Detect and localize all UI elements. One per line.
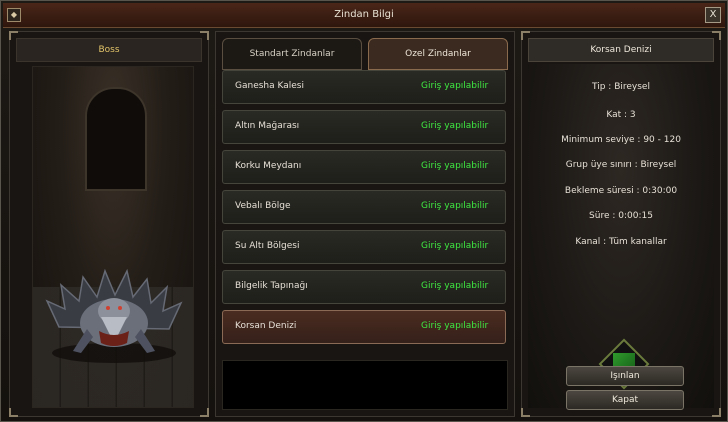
dungeon-name: Altın Mağarası — [235, 121, 300, 131]
info-duration: Süre : 0:00:15 — [589, 211, 653, 221]
info-channel: Kanal : Tüm kanallar — [575, 237, 667, 247]
boss-header: Boss — [16, 38, 202, 62]
frame-corner — [9, 408, 18, 417]
dungeon-row[interactable]: Su Altı Bölgesi Giriş yapılabilir — [222, 230, 506, 264]
tab-standard-dungeons[interactable]: Standart Zindanlar — [222, 38, 362, 70]
dungeon-status: Giriş yapılabilir — [421, 281, 489, 291]
dungeon-door-image — [85, 87, 147, 191]
dungeon-row[interactable]: Bilgelik Tapınağı Giriş yapılabilir — [222, 270, 506, 304]
dungeon-status: Giriş yapılabilir — [421, 81, 489, 91]
title-bar[interactable]: ◆ Zindan Bilgi X — [3, 3, 725, 28]
dungeon-status: Giriş yapılabilir — [421, 321, 489, 331]
dungeon-info-panel: Korsan Denizi Tip : Bireysel Kat : 3 Min… — [521, 31, 721, 417]
close-window-button[interactable]: X — [705, 7, 721, 23]
frame-corner — [521, 408, 530, 417]
dungeon-status: Giriş yapılabilir — [421, 161, 489, 171]
boss-monster-image — [45, 268, 183, 363]
info-type: Tip : Bireysel — [592, 82, 650, 92]
dungeon-row[interactable]: Ganesha Kalesi Giriş yapılabilir — [222, 70, 506, 104]
dungeon-status: Giriş yapılabilir — [421, 241, 489, 251]
dungeon-info-window: ◆ Zindan Bilgi X Boss Standart Zindanlar… — [0, 0, 728, 422]
dungeon-name: Vebalı Bölge — [235, 201, 291, 211]
boss-preview — [32, 66, 194, 408]
tab-special-dungeons[interactable]: Ozel Zindanlar — [368, 38, 508, 70]
empty-list-area — [222, 360, 508, 410]
dungeon-row[interactable]: Altın Mağarası Giriş yapılabilir — [222, 110, 506, 144]
dungeon-name: Ganesha Kalesi — [235, 81, 304, 91]
dungeon-row-selected[interactable]: Korsan Denizi Giriş yapılabilir — [222, 310, 506, 344]
dungeon-name: Su Altı Bölgesi — [235, 241, 300, 251]
dungeon-list-panel: Standart Zindanlar Ozel Zindanlar Ganesh… — [215, 31, 515, 417]
info-floor: Kat : 3 — [606, 110, 636, 120]
frame-corner — [712, 408, 721, 417]
info-min-level: Minimum seviye : 90 - 120 — [561, 135, 681, 145]
dungeon-info-title: Korsan Denizi — [528, 38, 714, 62]
info-cooldown: Bekleme süresi : 0:30:00 — [564, 186, 678, 196]
window-title: Zindan Bilgi — [334, 9, 394, 20]
dungeon-row[interactable]: Vebalı Bölge Giriş yapılabilir — [222, 190, 506, 224]
dungeon-info-body: Tip : Bireysel Kat : 3 Minimum seviye : … — [528, 64, 714, 410]
close-button[interactable]: Kapat — [566, 390, 684, 410]
frame-corner — [200, 408, 209, 417]
info-group-limit: Grup üye sınırı : Bireysel — [565, 160, 677, 170]
dungeon-list: Ganesha Kalesi Giriş yapılabilir Altın M… — [222, 70, 506, 350]
dungeon-status: Giriş yapılabilir — [421, 121, 489, 131]
dungeon-row[interactable]: Korku Meydanı Giriş yapılabilir — [222, 150, 506, 184]
boss-panel: Boss — [9, 31, 209, 417]
teleport-button[interactable]: Işınlan — [566, 366, 684, 386]
dungeon-name: Korku Meydanı — [235, 161, 302, 171]
dungeon-name: Korsan Denizi — [235, 321, 297, 331]
dungeon-status: Giriş yapılabilir — [421, 201, 489, 211]
dungeon-name: Bilgelik Tapınağı — [235, 281, 308, 291]
